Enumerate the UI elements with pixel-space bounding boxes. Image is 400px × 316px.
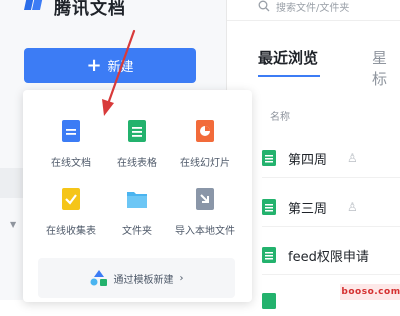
menu-item-online-form[interactable]: 在线收集表 [33,188,109,237]
doc-icon [62,120,80,142]
template-shapes-icon [90,270,107,286]
row-divider [262,177,400,178]
row-divider [262,274,400,275]
slides-icon [196,120,214,142]
new-button[interactable]: + 新建 [24,48,196,83]
search-icon [258,0,270,12]
new-button-label: 新建 [107,60,134,75]
menu-item-online-sheet[interactable]: 在线表格 [99,120,175,169]
file-name: 第四周 [288,152,328,168]
search-input[interactable]: 搜索文件/文件夹 [258,0,400,18]
tab-starred[interactable]: 星标 [372,47,400,89]
row-divider [262,226,400,227]
menu-item-folder[interactable]: 文件夹 [99,188,175,237]
search-placeholder: 搜索文件/文件夹 [276,2,350,14]
import-icon [196,188,214,210]
shared-user-icon: ♙ [347,151,358,165]
active-tab-indicator [258,75,320,77]
menu-item-online-slides[interactable]: 在线幻灯片 [167,120,243,169]
file-row[interactable]: 第四周 ♙ [262,143,400,173]
file-row[interactable]: feed权限申请 [262,240,400,270]
tab-recent[interactable]: 最近浏览 [258,47,318,68]
new-from-template-button[interactable]: 通过模板新建 › [38,258,235,298]
header-divider [227,20,400,21]
menu-item-label: 在线收集表 [46,226,96,237]
sidebar-selected-item[interactable] [0,168,24,198]
menu-item-label: 在线表格 [117,158,157,169]
form-icon [62,188,80,210]
menu-item-label: 在线文档 [51,158,91,169]
column-header-name[interactable]: 名称 [270,108,290,123]
sheet-icon [128,120,146,142]
app-logo-text: 腾讯文档 [54,0,126,19]
sheet-icon [262,150,276,166]
file-name: feed权限申请 [288,249,369,265]
chevron-down-icon[interactable]: ▼ [10,220,16,229]
sheet-icon [262,293,276,309]
menu-item-import-local[interactable]: 导入本地文件 [167,188,243,237]
menu-item-label: 文件夹 [122,226,152,237]
folder-icon [127,192,147,208]
file-row[interactable]: 第三周 ♙ [262,192,400,222]
menu-item-online-doc[interactable]: 在线文档 [33,120,109,169]
sheet-icon [262,247,276,263]
tencent-docs-logo-icon [24,0,43,10]
menu-item-label: 导入本地文件 [175,226,235,237]
new-file-menu: 在线文档 在线表格 在线幻灯片 在线收集表 文件夹 导入本地文件 通过模板新建 … [23,90,252,302]
site-watermark: booso.com [340,284,400,300]
sheet-icon [262,199,276,215]
template-label: 通过模板新建 [113,274,174,286]
menu-item-label: 在线幻灯片 [180,158,230,169]
plus-icon: + [86,54,102,76]
shared-user-icon: ♙ [347,200,358,214]
chevron-right-icon: › [179,272,184,284]
file-name: 第三周 [288,201,328,217]
